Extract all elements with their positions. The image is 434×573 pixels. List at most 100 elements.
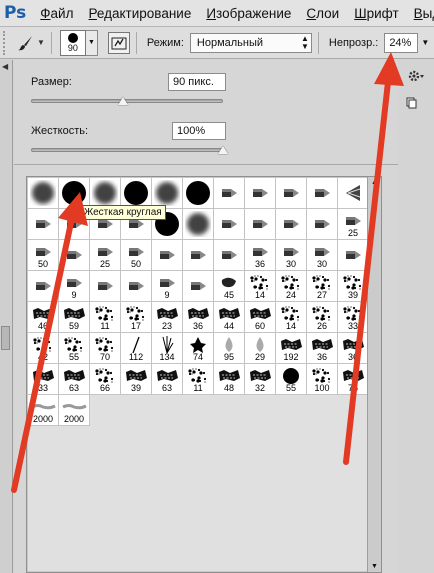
chevron-down-icon[interactable]: ▼ [37,38,45,47]
brush-preset-cell[interactable]: 39 [121,364,152,395]
brush-preset-cell[interactable]: 39 [338,271,369,302]
brush-preset-cell[interactable]: 26 [307,302,338,333]
brush-preset-cell[interactable]: 134 [152,333,183,364]
brush-preset-cell[interactable]: 44 [214,302,245,333]
brush-picker-dropdown[interactable]: ▼ [85,29,98,56]
brush-preset-cell[interactable]: 112 [121,333,152,364]
brush-preset-cell[interactable]: 11 [183,364,214,395]
brush-preset-cell[interactable]: 25 [338,209,369,240]
menu-image[interactable]: Изображение [206,6,291,21]
brush-preset-cell[interactable] [183,240,214,271]
brush-preset-cell[interactable]: 32 [245,364,276,395]
brush-preset-cell[interactable]: 17 [121,302,152,333]
brush-preset-cell[interactable]: 36 [307,333,338,364]
opacity-input[interactable]: 24% [384,32,419,53]
brush-preset-cell[interactable]: 9 [152,271,183,302]
opacity-dropdown[interactable]: ▼ [418,33,432,53]
brush-preset-cell[interactable]: 55 [59,333,90,364]
brush-preset-cell[interactable]: 50 [28,240,59,271]
brush-preset-cell[interactable]: 48 [214,364,245,395]
brush-preset-cell[interactable] [121,271,152,302]
brush-preset-cell[interactable]: 63 [59,364,90,395]
brush-panel-toggle[interactable] [107,31,130,54]
brush-preset-cell[interactable] [183,178,214,209]
vertical-scrollbar[interactable]: ▲ ▼ [367,177,381,572]
brush-preset-cell[interactable]: 25 [90,240,121,271]
brush-preset-cell[interactable] [307,178,338,209]
gear-icon[interactable] [407,67,425,85]
menu-file[interactable]: Файл [40,6,73,21]
brush-preset-cell[interactable]: 50 [121,240,152,271]
hardness-input[interactable]: 100% [172,122,226,140]
brush-preset-cell[interactable] [28,209,59,240]
new-preset-icon[interactable] [405,97,417,109]
brush-preset-cell[interactable] [214,178,245,209]
brush-preset-cell[interactable]: 33 [28,364,59,395]
brush-preset-cell[interactable] [214,209,245,240]
brush-preset-cell[interactable] [28,178,59,209]
menu-select[interactable]: Выделен [414,6,434,21]
brush-preset-cell[interactable] [245,209,276,240]
brush-preset-cell[interactable] [28,271,59,302]
brush-preset-cell[interactable]: 2000 [59,395,90,426]
brush-preset-cell[interactable]: 11 [90,302,121,333]
brush-preset-cell[interactable] [338,240,369,271]
brush-preset-cell[interactable]: 33 [338,302,369,333]
brush-preset-cell[interactable]: 192 [276,333,307,364]
brush-preset-cell[interactable]: 23 [152,302,183,333]
mode-select[interactable]: Нормальный ▲ ▼ [189,32,312,53]
brush-tool-preset[interactable] [13,31,39,55]
brush-preset-cell[interactable]: 30 [307,240,338,271]
brush-preset-cell[interactable] [245,178,276,209]
brush-preset-cell[interactable]: 70 [90,333,121,364]
brush-preset-cell[interactable] [214,240,245,271]
brush-preset-cell[interactable]: 42 [28,333,59,364]
brush-preset-cell[interactable]: 36 [183,302,214,333]
hardness-slider-thumb[interactable] [218,146,228,154]
brush-preset-cell[interactable] [276,178,307,209]
brush-size-value: 55 [285,383,296,393]
brush-preset-cell[interactable] [183,209,214,240]
brush-preset-cell[interactable]: 45 [214,271,245,302]
brush-preset-cell[interactable]: 95 [214,333,245,364]
dock-tab[interactable] [1,326,10,350]
scroll-down-icon[interactable]: ▼ [371,563,378,570]
size-slider-thumb[interactable] [118,97,129,105]
brush-preset-cell[interactable]: 66 [90,364,121,395]
brush-preset-cell[interactable]: 74 [183,333,214,364]
hardness-slider-track[interactable] [31,148,223,152]
brush-preset-cell[interactable]: 14 [245,271,276,302]
brush-preset-cell[interactable]: 9 [59,271,90,302]
menu-type[interactable]: Шрифт [354,6,398,21]
brush-preset-cell[interactable]: 2000 [28,395,59,426]
brush-preset-cell[interactable]: 29 [245,333,276,364]
brush-preset-cell[interactable]: 55 [276,364,307,395]
brush-preset-cell[interactable]: 59 [59,302,90,333]
size-input[interactable]: 90 пикс. [168,73,226,91]
brush-preset-cell[interactable]: 100 [307,364,338,395]
brush-preset-cell[interactable] [183,271,214,302]
menu-edit[interactable]: Редактирование [88,6,191,21]
collapse-icon[interactable]: ◀ [2,62,8,71]
brush-preset-cell[interactable]: 27 [307,271,338,302]
brush-preset-cell[interactable]: 24 [276,271,307,302]
brush-preset-cell[interactable]: 63 [152,364,183,395]
brush-preset-cell[interactable] [152,240,183,271]
menu-layers[interactable]: Слои [306,6,339,21]
brush-size-value: 55 [68,352,79,362]
brush-preset-cell[interactable]: 75 [338,364,369,395]
brush-preset-cell[interactable]: 60 [245,302,276,333]
brush-preset-picker[interactable]: 90 [59,29,86,56]
brush-preset-cell[interactable] [338,178,369,209]
brush-preset-cell[interactable]: 36 [338,333,369,364]
brush-preset-cell[interactable] [276,209,307,240]
brush-preset-cell[interactable]: 46 [28,302,59,333]
brush-preset-cell[interactable] [90,271,121,302]
brush-preset-cell[interactable] [59,240,90,271]
scroll-up-icon[interactable]: ▲ [371,179,378,186]
grip-handle[interactable] [3,30,7,55]
brush-preset-cell[interactable]: 30 [276,240,307,271]
brush-preset-cell[interactable]: 14 [276,302,307,333]
brush-preset-cell[interactable] [307,209,338,240]
brush-preset-cell[interactable]: 36 [245,240,276,271]
